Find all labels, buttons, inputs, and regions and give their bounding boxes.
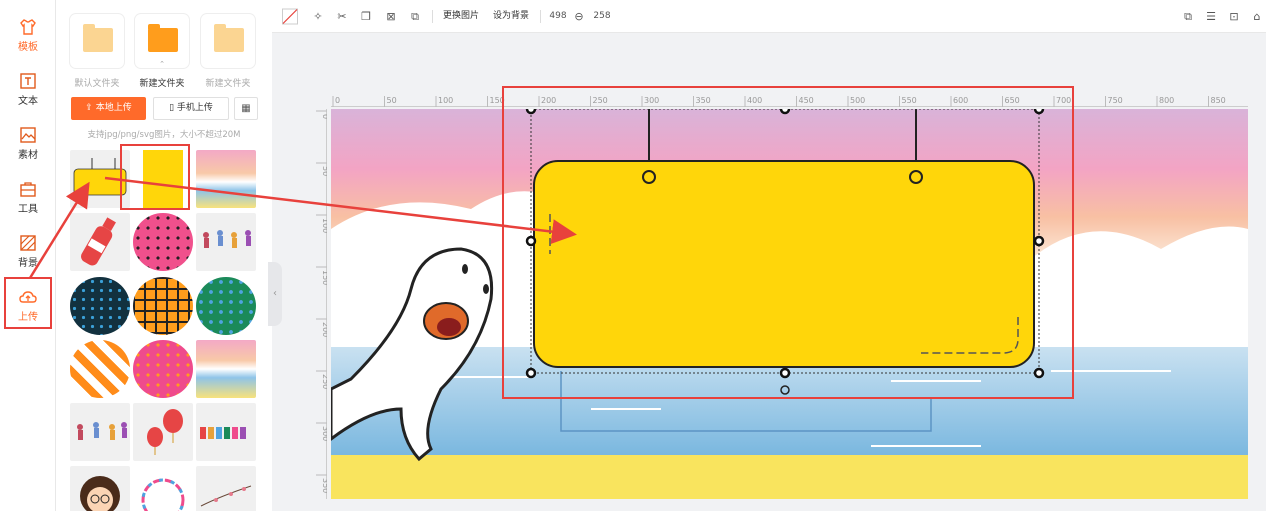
nav-label-text: 文本	[18, 96, 38, 107]
nav-item-material[interactable]: 素材	[0, 118, 56, 168]
grid-view-button[interactable]: ▦	[234, 97, 258, 120]
folder-icon	[214, 24, 244, 52]
nav-label-template: 模板	[18, 42, 38, 53]
phone-upload-label: 手机上传	[176, 103, 213, 113]
thumb-pink-orange-dots[interactable]	[133, 340, 193, 398]
link-ratio-icon[interactable]: ⊖	[571, 8, 587, 25]
folder-default[interactable]	[70, 14, 124, 68]
thumb-colorful-ring[interactable]	[133, 466, 193, 511]
nav-label-background: 背景	[18, 258, 38, 269]
copy-icon[interactable]: ⧉	[1180, 8, 1196, 25]
height-input[interactable]: 258	[592, 8, 612, 25]
crop-icon[interactable]: ⊠	[383, 8, 399, 25]
folder-label-new-selected: 新建文件夹	[139, 79, 185, 89]
nav-item-template[interactable]: 模板	[0, 10, 56, 60]
grid-icon: ▦	[241, 103, 251, 114]
nav-item-background[interactable]: 背景	[0, 226, 56, 276]
thumb-orange-stripes[interactable]	[70, 340, 130, 398]
local-upload-button[interactable]: ⇪ 本地上传	[71, 97, 146, 120]
nav-label-tools: 工具	[18, 204, 38, 215]
panel-collapse-handle[interactable]: ‹	[268, 262, 282, 326]
thumb-pink-dots[interactable]	[133, 213, 193, 271]
nav-label-material: 素材	[18, 150, 38, 161]
ruler-tick-label: 800	[1159, 96, 1174, 105]
replace-image-button[interactable]: 更换图片	[441, 8, 481, 25]
phone-icon: ▯	[169, 103, 177, 113]
toolbar-divider	[432, 10, 433, 23]
phone-upload-button[interactable]: ▯ 手机上传	[153, 97, 229, 120]
ruler-tick-label: 300	[321, 426, 327, 441]
align-icon[interactable]: ⊡	[1226, 8, 1242, 25]
thumb-lanterns[interactable]	[133, 403, 193, 461]
thumb-running-kids[interactable]	[196, 213, 256, 271]
text-icon	[20, 73, 36, 89]
ruler-tick-label: 350	[321, 478, 327, 493]
width-input[interactable]: 498	[548, 8, 568, 25]
annotation-box-thumb	[120, 144, 190, 210]
folder-new[interactable]	[201, 14, 255, 68]
ruler-tick-label: 200	[321, 322, 327, 337]
lock-icon[interactable]: ⌂	[1249, 8, 1265, 25]
ruler-tick-label: 0	[321, 114, 327, 119]
top-toolbar: ✧ ✂ ❐ ⊠ ⧉ 更换图片 设为背景 498 ⊖ 258 ⧉ ☰ ⊡ ⌂	[272, 0, 1266, 33]
folder-icon	[148, 24, 178, 52]
chevron-up-icon[interactable]: ⌃	[157, 60, 167, 68]
thumb-plum-branch[interactable]	[196, 466, 256, 511]
thumb-green-dots[interactable]	[196, 277, 256, 335]
ruler-left: 0 50 100 150 200 250 300 350	[316, 109, 327, 499]
upload-hint: 支持jpg/png/svg图片，大小不超过20M	[87, 130, 241, 140]
color-swatch-icon[interactable]	[282, 8, 298, 25]
thumb-blue-dots[interactable]	[70, 277, 130, 335]
folder-label-new: 新建文件夹	[205, 79, 251, 89]
ruler-tick-label: 250	[321, 374, 327, 389]
ruler-tick-label: 100	[438, 96, 453, 105]
thumb-cola-bottle[interactable]	[70, 213, 130, 271]
ruler-tick-label: 50	[321, 166, 327, 176]
thumb-landscape-2[interactable]	[196, 340, 256, 398]
thumb-orange-grid[interactable]	[133, 277, 193, 335]
toolbox-icon	[20, 182, 36, 197]
local-upload-label: 本地上传	[95, 103, 132, 113]
toolbar-divider	[540, 10, 541, 23]
annotation-box-upload-nav	[4, 277, 52, 329]
folder-label-default: 默认文件夹	[74, 79, 120, 89]
background-icon	[20, 235, 36, 251]
nav-item-tools[interactable]: 工具	[0, 172, 56, 222]
ruler-tick-label: 50	[387, 96, 397, 105]
layer-icon[interactable]: ❐	[358, 8, 374, 25]
nav-item-text[interactable]: 文本	[0, 64, 56, 114]
thumb-pencils[interactable]	[196, 403, 256, 461]
scissors-icon[interactable]: ✂	[334, 8, 350, 25]
ruler-tick-label: 100	[321, 218, 327, 233]
flip-icon[interactable]: ⧉	[407, 8, 423, 25]
annotation-box-canvas	[502, 86, 1074, 399]
chevron-left-icon: ‹	[273, 288, 277, 299]
ruler-tick-label: 850	[1211, 96, 1226, 105]
magic-wand-icon[interactable]: ✧	[310, 8, 326, 25]
upload-icon: ⇪	[85, 103, 96, 113]
left-nav: 模板 文本 素材 工具 背景 上传	[0, 0, 56, 511]
ruler-tick-label: 150	[321, 270, 327, 285]
thumb-landscape[interactable]	[196, 150, 256, 208]
set-background-button[interactable]: 设为背景	[491, 8, 531, 25]
layers-icon[interactable]: ☰	[1203, 8, 1219, 25]
upload-panel: ⌃ 默认文件夹 新建文件夹 新建文件夹 ⇪ 本地上传 ▯ 手机上传 ▦ 支持jp…	[56, 0, 272, 511]
thumb-girl-glasses[interactable]	[70, 466, 130, 511]
ruler-tick-label: 750	[1108, 96, 1123, 105]
folder-icon	[83, 24, 113, 52]
ruler-tick-label: 0	[335, 96, 340, 105]
thumb-running-kids-2[interactable]	[70, 403, 130, 461]
material-icon	[20, 127, 36, 143]
editor-app: 模板 文本 素材 工具 背景 上传 ⌃ 默认文件夹 新建文件夹 新建文件夹 ⇪ …	[0, 0, 1266, 511]
shirt-icon	[20, 19, 36, 35]
